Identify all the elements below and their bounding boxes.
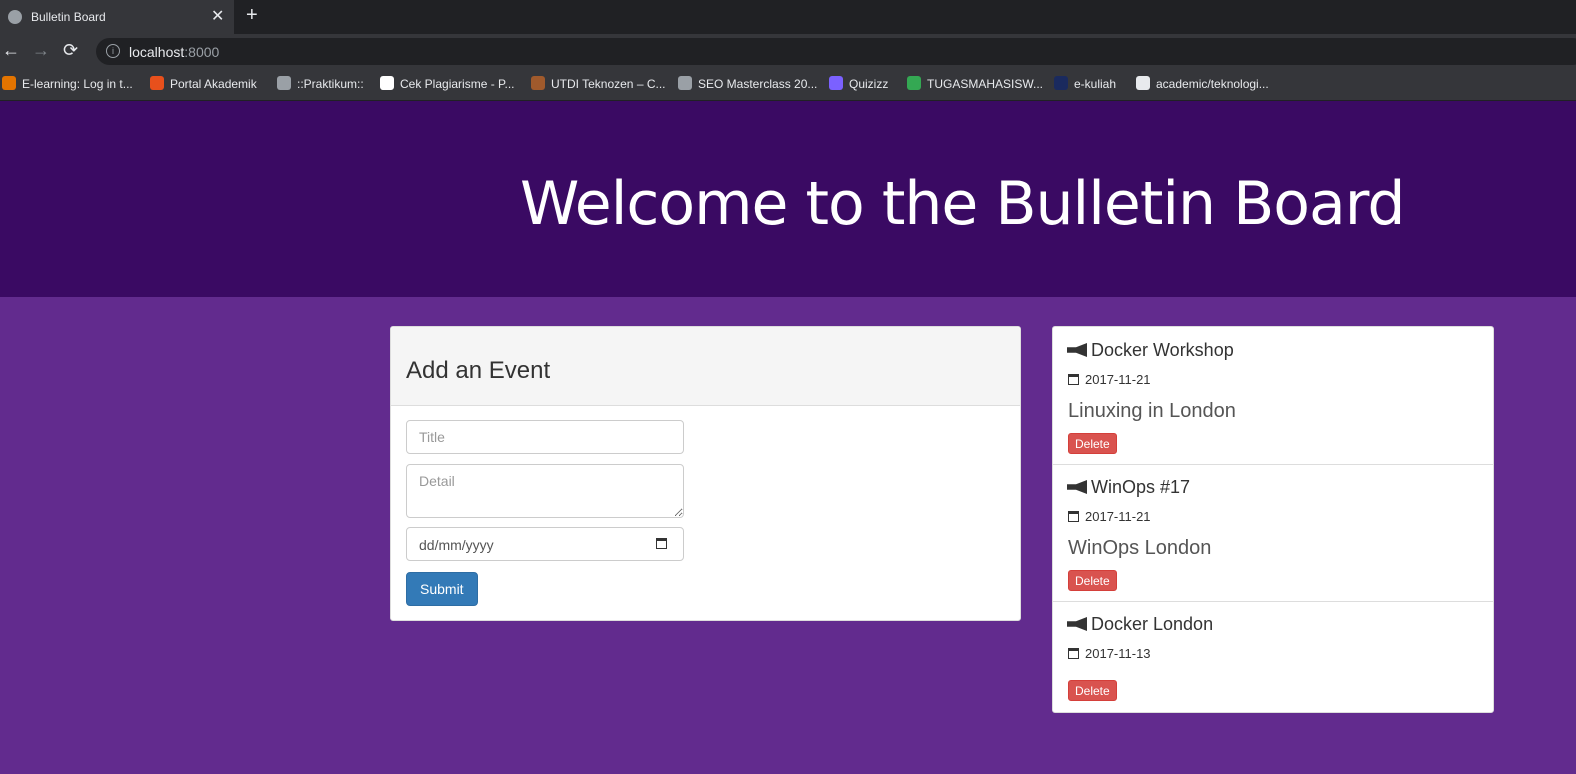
browser-tab[interactable]: Bulletin Board ✕ [0,0,234,34]
close-tab-icon[interactable]: ✕ [211,6,224,26]
bookmark-e-kuliah[interactable]: e-kuliah [1054,76,1116,91]
bullhorn-icon [1067,343,1087,357]
back-icon[interactable]: ← [2,40,20,61]
bookmark-icon [150,76,164,90]
calendar-icon [1068,648,1079,659]
bookmark-elearning[interactable]: E-learning: Log in t... [2,76,133,91]
date-placeholder: dd/mm/yyyy [419,537,494,553]
list-item: Docker Workshop 2017-11-21 Linuxing in L… [1053,327,1493,465]
tab-title: Bulletin Board [31,10,106,24]
bookmark-quizizz[interactable]: Quizizz [829,76,888,91]
delete-button[interactable]: Delete [1068,433,1117,454]
forward-icon[interactable]: → [32,40,50,61]
event-title-text: Docker London [1091,614,1214,634]
hero-banner: Welcome to the Bulletin Board [0,101,1576,297]
bookmark-portal-akademik[interactable]: Portal Akademik [150,76,257,91]
bookmark-icon [1054,76,1068,90]
submit-button[interactable]: Submit [406,572,478,606]
bookmark-label: TUGASMAHASISW... [927,77,1044,91]
delete-button[interactable]: Delete [1068,570,1117,591]
detail-input[interactable] [406,464,684,518]
panel-title: Add an Event [406,357,551,384]
bookmark-label: Quizizz [849,77,889,91]
globe-icon [678,76,692,90]
info-icon[interactable]: i [106,44,120,58]
delete-button[interactable]: Delete [1068,680,1117,701]
bullhorn-icon [1067,617,1087,631]
list-item: WinOps #17 2017-11-21 WinOps London Dele… [1053,465,1493,602]
panel-heading: Add an Event [391,327,1020,406]
event-title: Docker London [1067,614,1213,635]
bookmark-praktikum[interactable]: ::Praktikum:: [277,76,364,91]
add-event-panel: Add an Event dd/mm/yyyy Submit [390,326,1021,621]
title-input[interactable] [406,420,684,454]
events-list: Docker Workshop 2017-11-21 Linuxing in L… [1052,326,1494,713]
bookmark-academic[interactable]: academic/teknologi... [1136,76,1269,91]
new-tab-icon[interactable]: + [246,4,258,27]
bookmark-label: UTDI Teknozen – C... [551,77,666,91]
event-title-text: Docker Workshop [1091,340,1234,360]
bookmark-icon [2,76,16,90]
bookmark-tugasmahasiswa[interactable]: TUGASMAHASISW... [907,76,1043,91]
globe-icon [277,76,291,90]
event-date: 2017-11-13 [1068,646,1151,661]
bookmark-label: e-kuliah [1074,77,1117,91]
calendar-icon[interactable] [656,538,667,549]
event-title-text: WinOps #17 [1091,477,1191,497]
event-date: 2017-11-21 [1068,509,1151,524]
bookmark-seo-masterclass[interactable]: SEO Masterclass 20... [678,76,817,91]
tab-strip: Bulletin Board ✕ + [0,0,1576,34]
bookmark-cek-plagiarisme[interactable]: Cek Plagiarisme - P... [380,76,515,91]
list-item: Docker London 2017-11-13 Delete [1053,602,1493,712]
reload-icon[interactable]: ⟳ [63,40,78,61]
event-date-text: 2017-11-21 [1085,372,1151,387]
url-host: localhost [129,44,185,60]
bookmark-utdi-teknozen[interactable]: UTDI Teknozen – C... [531,76,666,91]
event-title: Docker Workshop [1067,340,1234,361]
event-date: 2017-11-21 [1068,372,1151,387]
bookmark-label: SEO Masterclass 20... [698,77,818,91]
page-title: Welcome to the Bulletin Board [520,169,1405,239]
event-detail: WinOps London [1068,537,1212,559]
url-text: localhost:8000 [129,44,219,60]
bullhorn-icon [1067,480,1087,494]
bookmark-label: ::Praktikum:: [297,77,364,91]
event-detail: Linuxing in London [1068,400,1236,422]
calendar-icon [1068,374,1079,385]
globe-icon [8,10,22,24]
event-title: WinOps #17 [1067,477,1190,498]
bookmark-label: E-learning: Log in t... [22,77,133,91]
bookmark-icon [380,76,394,90]
github-icon [1136,76,1150,90]
calendar-icon [1068,511,1079,522]
browser-toolbar: ← → ⟳ i localhost:8000 [0,34,1576,68]
url-port: :8000 [184,44,220,60]
bookmark-label: Portal Akademik [170,77,257,91]
event-date-text: 2017-11-13 [1085,646,1151,661]
bookmark-label: academic/teknologi... [1156,77,1269,91]
bookmark-icon [531,76,545,90]
address-bar[interactable]: i localhost:8000 [96,38,1576,65]
google-drive-icon [907,76,921,90]
event-date-text: 2017-11-21 [1085,509,1151,524]
bookmarks-bar: E-learning: Log in t... Portal Akademik … [0,68,1576,101]
quizizz-icon [829,76,843,90]
bookmark-label: Cek Plagiarisme - P... [400,77,515,91]
